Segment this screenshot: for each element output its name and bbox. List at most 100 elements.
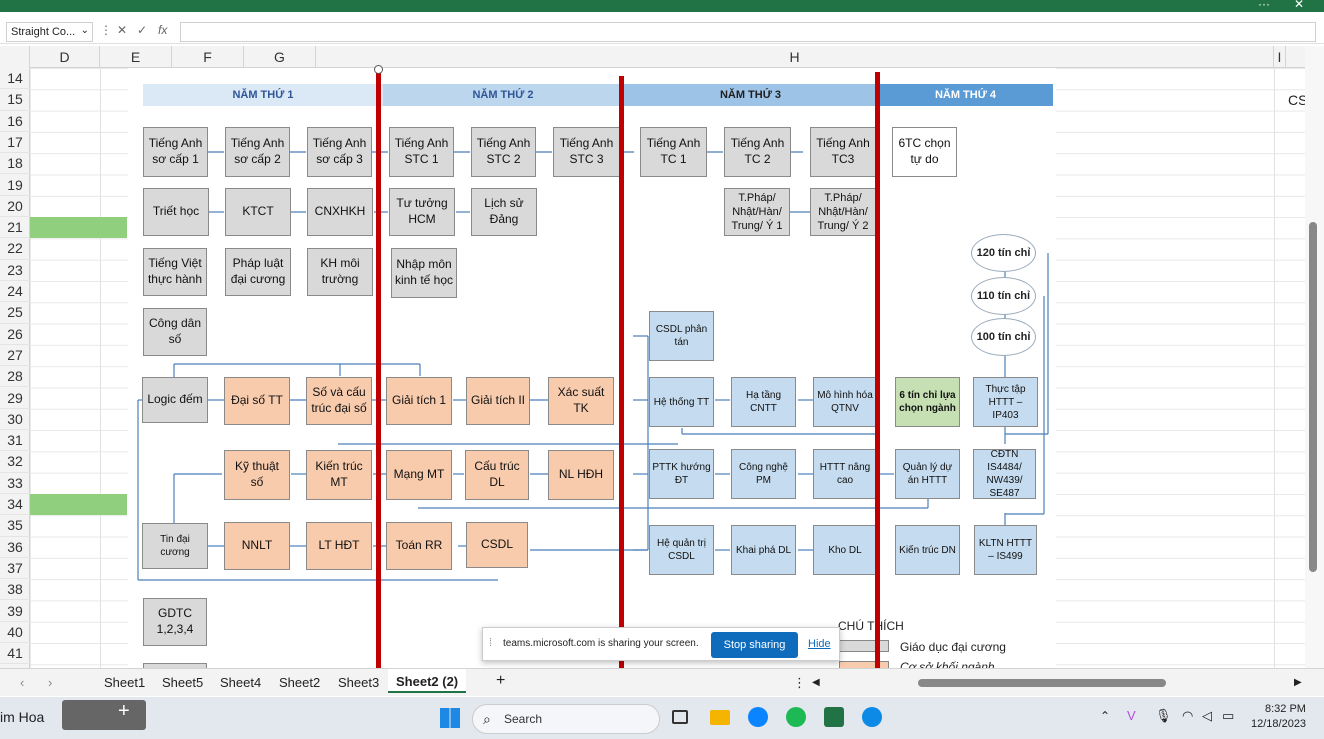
wifi-icon[interactable]: ◠ [1182,708,1193,724]
row-header[interactable]: 27 [0,345,30,367]
tab-sheet1[interactable]: Sheet1 [104,675,145,690]
row-header[interactable]: 22 [0,238,30,260]
gridline [1274,68,1275,668]
clock-time[interactable]: 8:32 PM [1265,703,1306,715]
more-icon[interactable]: ⋮ [100,23,112,37]
name-box[interactable]: Straight Co... ⌄ [6,22,93,42]
column-header-d[interactable]: D [30,46,100,68]
more-options-icon[interactable]: ··· [1258,0,1270,11]
row-header[interactable]: 18 [0,153,30,175]
row-header[interactable]: 38 [0,579,30,601]
course-kh-moi-truong: KH môi trường [307,248,373,296]
column-header-h[interactable]: H [316,46,1274,68]
tab-sheet5[interactable]: Sheet5 [162,675,203,690]
column-header-f[interactable]: F [172,46,244,68]
row-header[interactable]: 24 [0,281,30,303]
course-httt-nang-cao: HTTT nâng cao [813,449,877,499]
enter-icon[interactable]: ✓ [137,23,147,37]
add-sheet-icon[interactable]: + [496,672,505,690]
row-header[interactable]: 37 [0,558,30,580]
task-view-icon[interactable] [672,710,688,724]
row-header[interactable]: 34 [0,494,30,516]
taskbar-search[interactable]: ⌕ Search [472,704,660,734]
plus-icon[interactable]: + [118,700,130,723]
row-header[interactable]: 32 [0,451,30,473]
row-header[interactable]: 33 [0,473,30,494]
chevron-up-icon[interactable]: ⌃ [1100,709,1110,723]
excel-title-bar: ··· ✕ [0,0,1324,12]
red-divider-line[interactable] [376,68,381,668]
row-header[interactable]: 14 [0,68,30,90]
row-header[interactable]: 26 [0,324,30,345]
select-all-corner[interactable] [0,46,30,68]
curriculum-diagram[interactable]: NĂM THỨ 1 NĂM THỨ 2 NĂM THỨ 3 NĂM THỨ 4 … [128,68,1056,668]
excel-icon[interactable] [824,707,844,727]
speaker-icon[interactable]: ◁ [1202,708,1212,724]
tab-sheet2[interactable]: Sheet2 [279,675,320,690]
cell-cs[interactable]: CS [1288,92,1305,108]
row-header[interactable]: 29 [0,388,30,409]
row-header[interactable]: 21 [0,217,30,239]
user-label: im Hoa [0,709,45,725]
row-header[interactable]: 31 [0,430,30,452]
legend-item-1: Giáo dục đại cương [900,640,1006,654]
windows-start-icon[interactable] [440,708,460,728]
red-divider-line[interactable] [875,72,880,668]
course-tphap-2: T.Pháp/ Nhật/Hàn/ Trung/ Ý 2 [810,188,876,236]
spotify-icon[interactable] [786,707,806,727]
row-header[interactable]: 23 [0,260,30,281]
column-header-e[interactable]: E [100,46,172,68]
course-he-quan-tri-csdl: Hệ quản trị CSDL [649,525,714,575]
shape-handle[interactable] [374,65,383,74]
scroll-left-icon[interactable]: ◀ [812,677,820,688]
vertical-scroll-thumb[interactable] [1309,222,1317,572]
horizontal-scroll-thumb[interactable] [918,679,1166,687]
row-header[interactable]: 30 [0,409,30,431]
row-header[interactable]: 19 [0,175,30,196]
red-divider-line[interactable] [619,76,624,668]
next-sheet-icon[interactable]: › [48,675,52,690]
row-header[interactable]: 25 [0,302,30,324]
row-header[interactable]: 20 [0,196,30,218]
chevron-down-icon[interactable]: ⌄ [81,25,89,36]
scroll-right-icon[interactable]: ▶ [1294,677,1302,688]
sharing-message: teams.microsoft.com is sharing your scre… [503,638,699,649]
tab-sheet2-copy[interactable]: Sheet2 (2) [388,669,467,693]
highlighted-cell-row-21[interactable] [30,217,127,238]
cancel-icon[interactable]: ✕ [117,23,127,37]
row-header[interactable]: 39 [0,601,30,622]
row-header[interactable]: 28 [0,366,30,388]
row-header[interactable]: 41 [0,643,30,665]
tab-sheet4[interactable]: Sheet4 [220,675,261,690]
tab-sheet3[interactable]: Sheet3 [338,675,379,690]
course-6tc-nganh: 6 tín chỉ lựa chọn ngành [895,377,960,427]
column-header-g[interactable]: G [244,46,316,68]
highlighted-cell-row-34[interactable] [30,494,127,515]
app-tray-icon[interactable]: V [1127,708,1136,723]
clock-date[interactable]: 12/18/2023 [1251,718,1306,730]
microphone-icon[interactable]: 🎙 [1155,708,1172,724]
edge-beta-icon[interactable] [862,707,882,727]
close-icon[interactable]: ✕ [1294,0,1304,11]
more-icon[interactable]: ⋮ [793,675,806,691]
row-header[interactable]: 15 [0,89,30,111]
edge-icon[interactable] [748,707,768,727]
battery-icon[interactable]: ▭ [1222,708,1234,724]
hide-link[interactable]: Hide [808,638,831,650]
legend-title: CHÚ THÍCH [838,619,904,633]
row-header[interactable]: 16 [0,111,30,132]
fx-icon[interactable]: fx [158,23,167,37]
video-thumbnail[interactable] [62,700,146,730]
course-ta-sc3: Tiếng Anh sơ cấp 3 [307,127,372,177]
row-header[interactable]: 36 [0,537,30,558]
file-explorer-icon[interactable] [710,710,730,725]
credits-110-oval: 110 tín chỉ [971,277,1036,315]
drag-handle-icon[interactable]: ⁞ [489,637,492,649]
row-header[interactable]: 35 [0,515,30,537]
prev-sheet-icon[interactable]: ‹ [20,675,24,690]
row-header[interactable]: 40 [0,622,30,644]
row-header[interactable]: 17 [0,132,30,154]
stop-sharing-button[interactable]: Stop sharing [711,632,798,658]
formula-input[interactable] [180,22,1316,42]
column-header-i[interactable]: I [1274,46,1286,68]
